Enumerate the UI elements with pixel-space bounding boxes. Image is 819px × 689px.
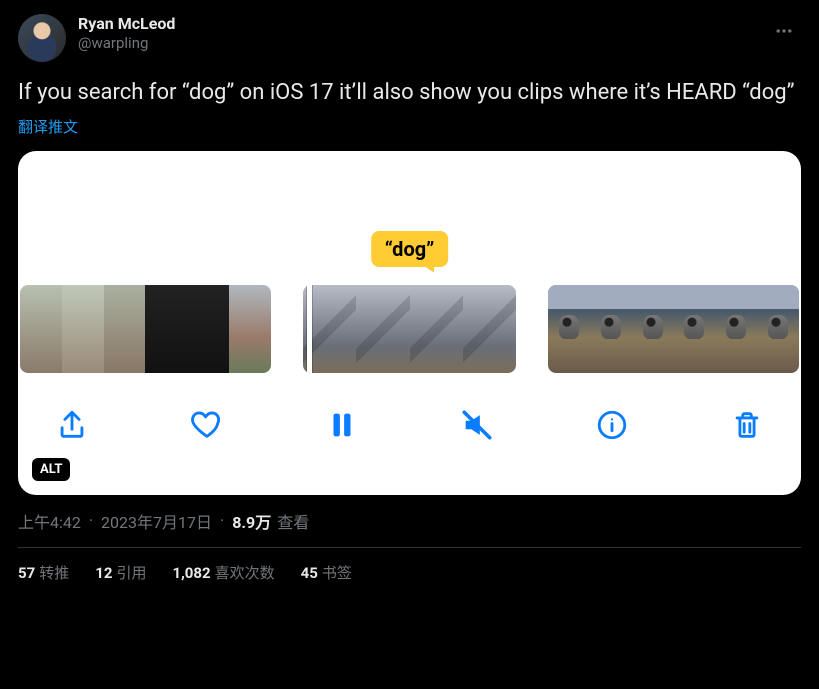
- timeline-frame: [632, 285, 674, 373]
- views-label: 查看: [277, 509, 309, 533]
- timeline-frame: [590, 285, 632, 373]
- timeline-frame: [145, 285, 187, 373]
- views-count: 8.9万: [232, 509, 271, 533]
- timeline-frame: [715, 285, 757, 373]
- stat-likes[interactable]: 1,082 喜欢次数: [172, 562, 274, 583]
- info-button[interactable]: [590, 403, 634, 447]
- timeline-frame: [356, 285, 409, 373]
- pause-icon: [325, 408, 359, 442]
- stat-retweets[interactable]: 57转推: [18, 562, 69, 583]
- tweet-container: Ryan McLeod @warpling If you search for …: [0, 0, 819, 583]
- clip-group[interactable]: [548, 285, 799, 373]
- stat-label: 转推: [39, 564, 69, 582]
- timeline-frame: [187, 285, 229, 373]
- video-timeline[interactable]: [18, 285, 801, 373]
- stat-label: 喜欢次数: [215, 564, 275, 582]
- tweet-header: Ryan McLeod @warpling: [18, 14, 801, 62]
- stats-row: 57转推 12引用 1,082 喜欢次数 45书签: [18, 548, 801, 583]
- more-button[interactable]: [767, 14, 801, 48]
- tweet-time: 上午4:42: [18, 509, 81, 533]
- alt-badge[interactable]: ALT: [32, 458, 70, 481]
- tweet-meta[interactable]: 上午4:42 2023年7月17日 8.9万 查看: [18, 509, 801, 533]
- timeline-frame: [673, 285, 715, 373]
- timeline-frame: [757, 285, 799, 373]
- timeline-frame: [229, 285, 271, 373]
- playhead[interactable]: [307, 285, 312, 373]
- speaker-mute-icon: [460, 408, 494, 442]
- heart-icon: [190, 408, 224, 442]
- timeline-frame: [62, 285, 104, 373]
- separator-dot: [218, 511, 226, 530]
- avatar[interactable]: [18, 14, 66, 62]
- stat-count: 12: [95, 564, 112, 582]
- share-icon: [55, 408, 89, 442]
- separator-dot: [87, 511, 95, 530]
- timeline-frame: [463, 285, 516, 373]
- stat-count: 1,082: [172, 564, 210, 582]
- like-button[interactable]: [185, 403, 229, 447]
- timeline-frame: [548, 285, 590, 373]
- author-display-name: Ryan McLeod: [78, 14, 767, 34]
- clip-group[interactable]: [303, 285, 516, 373]
- tweet-text: If you search for “dog” on iOS 17 it’ll …: [18, 78, 801, 108]
- stat-count: 45: [301, 564, 318, 582]
- stat-bookmarks[interactable]: 45书签: [301, 562, 352, 583]
- translate-link[interactable]: 翻译推文: [18, 116, 801, 137]
- stat-label: 引用: [116, 564, 146, 582]
- more-icon: [774, 21, 794, 41]
- timeline-frame: [20, 285, 62, 373]
- mute-button[interactable]: [455, 403, 499, 447]
- timeline-frame: [410, 285, 463, 373]
- author-handle: @warpling: [78, 34, 767, 53]
- stat-quotes[interactable]: 12引用: [95, 562, 146, 583]
- info-icon: [595, 408, 629, 442]
- trash-button[interactable]: [725, 403, 769, 447]
- timeline-frame: [104, 285, 146, 373]
- clip-group[interactable]: [20, 285, 271, 373]
- media-card[interactable]: “dog”: [18, 151, 801, 495]
- stat-label: 书签: [322, 564, 352, 582]
- stat-count: 57: [18, 564, 35, 582]
- pause-button[interactable]: [320, 403, 364, 447]
- caption-bubble: “dog”: [371, 231, 449, 267]
- tweet-date: 2023年7月17日: [101, 509, 212, 533]
- share-button[interactable]: [50, 403, 94, 447]
- trash-icon: [730, 408, 764, 442]
- media-toolbar: [18, 389, 801, 461]
- author-names[interactable]: Ryan McLeod @warpling: [78, 14, 767, 53]
